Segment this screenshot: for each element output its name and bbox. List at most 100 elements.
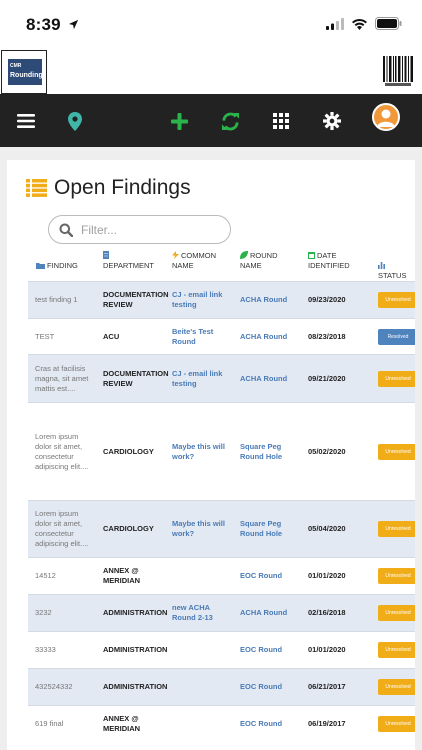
gear-icon bbox=[323, 112, 341, 130]
status-badge[interactable]: Unresolved bbox=[378, 292, 415, 308]
finding-cell: 432524332 bbox=[35, 682, 73, 691]
header-finding-label: FINDING bbox=[47, 261, 78, 270]
logo-line-2: Rounding bbox=[10, 72, 43, 79]
date-cell: 05/02/2020 bbox=[308, 446, 346, 456]
bar-chart-icon bbox=[378, 262, 385, 269]
table-row[interactable]: Cras at facilisis magna, sit amet mattis… bbox=[28, 354, 415, 402]
filter-input[interactable] bbox=[81, 222, 221, 237]
round-name-link[interactable]: EOC Round bbox=[240, 571, 304, 581]
finding-cell: 14512 bbox=[35, 571, 56, 580]
add-finding-button[interactable] bbox=[166, 108, 192, 134]
round-name-link[interactable]: ACHA Round bbox=[240, 295, 304, 305]
department-cell: CARDIOLOGY bbox=[103, 446, 154, 456]
user-avatar[interactable] bbox=[372, 103, 400, 131]
settings-button[interactable] bbox=[319, 108, 345, 134]
map-pin-icon bbox=[68, 111, 82, 131]
header-round-name[interactable]: ROUND NAME bbox=[240, 251, 296, 271]
calendar-icon bbox=[308, 252, 315, 259]
finding-cell: TEST bbox=[35, 331, 55, 341]
status-badge[interactable]: Unresolved bbox=[378, 521, 415, 537]
finding-cell: Lorem ipsum dolor sit amet, consectetur … bbox=[35, 431, 89, 471]
date-cell: 06/19/2017 bbox=[308, 719, 346, 728]
folder-icon bbox=[36, 263, 45, 269]
finding-cell: 33333 bbox=[35, 645, 56, 654]
round-name-link[interactable]: Square Peg Round Hole bbox=[240, 442, 304, 462]
common-name-link[interactable]: Beite's Test Round bbox=[172, 327, 232, 347]
bolt-icon bbox=[172, 251, 179, 259]
finding-cell: Cras at facilisis magna, sit amet mattis… bbox=[35, 363, 89, 393]
finding-cell: 3232 bbox=[35, 608, 52, 617]
search-icon bbox=[59, 223, 73, 237]
common-name-link[interactable]: CJ - email link testing bbox=[172, 369, 232, 389]
status-badge[interactable]: Unresolved bbox=[378, 605, 415, 621]
department-cell: ADMINISTRATION bbox=[103, 608, 168, 617]
department-cell: ACU bbox=[103, 331, 120, 341]
date-cell: 01/01/2020 bbox=[308, 571, 346, 580]
round-name-link[interactable]: Square Peg Round Hole bbox=[240, 519, 304, 539]
menu-button[interactable] bbox=[13, 108, 39, 134]
common-name-link[interactable]: CJ - email link testing bbox=[172, 290, 232, 310]
header-department[interactable]: DEPARTMENT bbox=[103, 251, 167, 271]
status-badge[interactable]: Unresolved bbox=[378, 716, 415, 732]
date-cell: 08/23/2018 bbox=[308, 331, 346, 341]
department-cell: CARDIOLOGY bbox=[103, 524, 154, 533]
round-name-link[interactable]: EOC Round bbox=[240, 719, 304, 729]
department-cell: ADMINISTRATION bbox=[103, 682, 168, 691]
status-bar: 8:39 bbox=[0, 0, 422, 48]
header-common-name[interactable]: COMMON NAME bbox=[172, 251, 228, 271]
barcode-scan-button[interactable] bbox=[382, 52, 414, 90]
brand-row bbox=[0, 48, 422, 94]
common-name-link[interactable]: Maybe this will work? bbox=[172, 442, 232, 462]
top-navbar bbox=[0, 94, 422, 147]
page-title: Open Findings bbox=[54, 176, 191, 199]
cellular-signal-icon bbox=[326, 17, 344, 30]
table-row[interactable]: 432524332 ADMINISTRATION EOC Round 06/21… bbox=[28, 668, 415, 705]
app-logo[interactable]: CMR Rounding bbox=[1, 50, 47, 94]
common-name-link[interactable]: new ACHA Round 2-13 bbox=[172, 603, 232, 623]
round-name-link[interactable]: EOC Round bbox=[240, 645, 304, 655]
location-button[interactable] bbox=[62, 108, 88, 134]
table-header: FINDING DEPARTMENT COMMON NAME ROUND NAM… bbox=[28, 250, 415, 280]
department-cell: DOCUMENTATION REVIEW bbox=[103, 290, 169, 309]
barcode-icon bbox=[383, 56, 413, 86]
leaf-icon bbox=[240, 251, 248, 259]
common-name-link[interactable]: Maybe this will work? bbox=[172, 519, 232, 539]
grid-icon bbox=[273, 113, 289, 129]
table-row[interactable]: Lorem ipsum dolor sit amet, consectetur … bbox=[28, 500, 415, 557]
header-status-label: STATUS bbox=[378, 271, 407, 280]
logo-line-1: CMR bbox=[10, 63, 22, 69]
status-badge[interactable]: Unresolved bbox=[378, 679, 415, 695]
hamburger-menu-icon bbox=[17, 114, 35, 128]
table-row[interactable]: Lorem ipsum dolor sit amet, consectetur … bbox=[28, 402, 415, 500]
table-row[interactable]: 619 final ANNEX @ MERIDIAN EOC Round 06/… bbox=[28, 705, 415, 742]
round-name-link[interactable]: ACHA Round bbox=[240, 608, 304, 618]
sync-button[interactable] bbox=[217, 108, 243, 134]
department-cell: DOCUMENTATION REVIEW bbox=[103, 368, 169, 388]
status-badge[interactable]: Unresolved bbox=[378, 568, 415, 584]
header-finding[interactable]: FINDING bbox=[36, 261, 78, 271]
round-name-link[interactable]: EOC Round bbox=[240, 682, 304, 692]
findings-card: Open Findings FINDING DEPARTMENT COMMON … bbox=[7, 160, 415, 750]
status-badge[interactable]: Unresolved bbox=[378, 443, 415, 460]
location-arrow-icon bbox=[68, 19, 78, 30]
plus-icon bbox=[170, 112, 188, 130]
table-row[interactable]: TEST ACU Beite's Test Round ACHA Round 0… bbox=[28, 318, 415, 354]
filter-box[interactable] bbox=[48, 215, 231, 244]
status-indicators bbox=[326, 17, 402, 30]
round-name-link[interactable]: ACHA Round bbox=[240, 374, 304, 384]
finding-cell: test finding 1 bbox=[35, 295, 78, 304]
round-name-link[interactable]: ACHA Round bbox=[240, 332, 304, 342]
table-row[interactable]: 3232 ADMINISTRATION new ACHA Round 2-13 … bbox=[28, 594, 415, 631]
table-row[interactable]: 14512 ANNEX @ MERIDIAN EOC Round 01/01/2… bbox=[28, 557, 415, 594]
logo-mark: CMR Rounding bbox=[8, 59, 43, 85]
table-row[interactable]: test finding 1 DOCUMENTATION REVIEW CJ -… bbox=[28, 281, 415, 318]
table-row[interactable]: 33333 ADMINISTRATION EOC Round 01/01/202… bbox=[28, 631, 415, 668]
status-badge[interactable]: Unresolved bbox=[378, 370, 415, 387]
status-badge[interactable]: Resolved bbox=[378, 328, 415, 345]
date-cell: 01/01/2020 bbox=[308, 645, 346, 654]
department-cell: ADMINISTRATION bbox=[103, 645, 168, 654]
apps-button[interactable] bbox=[268, 108, 294, 134]
header-date-identified[interactable]: DATE IDENTIFIED bbox=[308, 251, 364, 271]
header-status[interactable]: STATUS bbox=[378, 261, 415, 281]
status-badge[interactable]: Unresolved bbox=[378, 642, 415, 658]
